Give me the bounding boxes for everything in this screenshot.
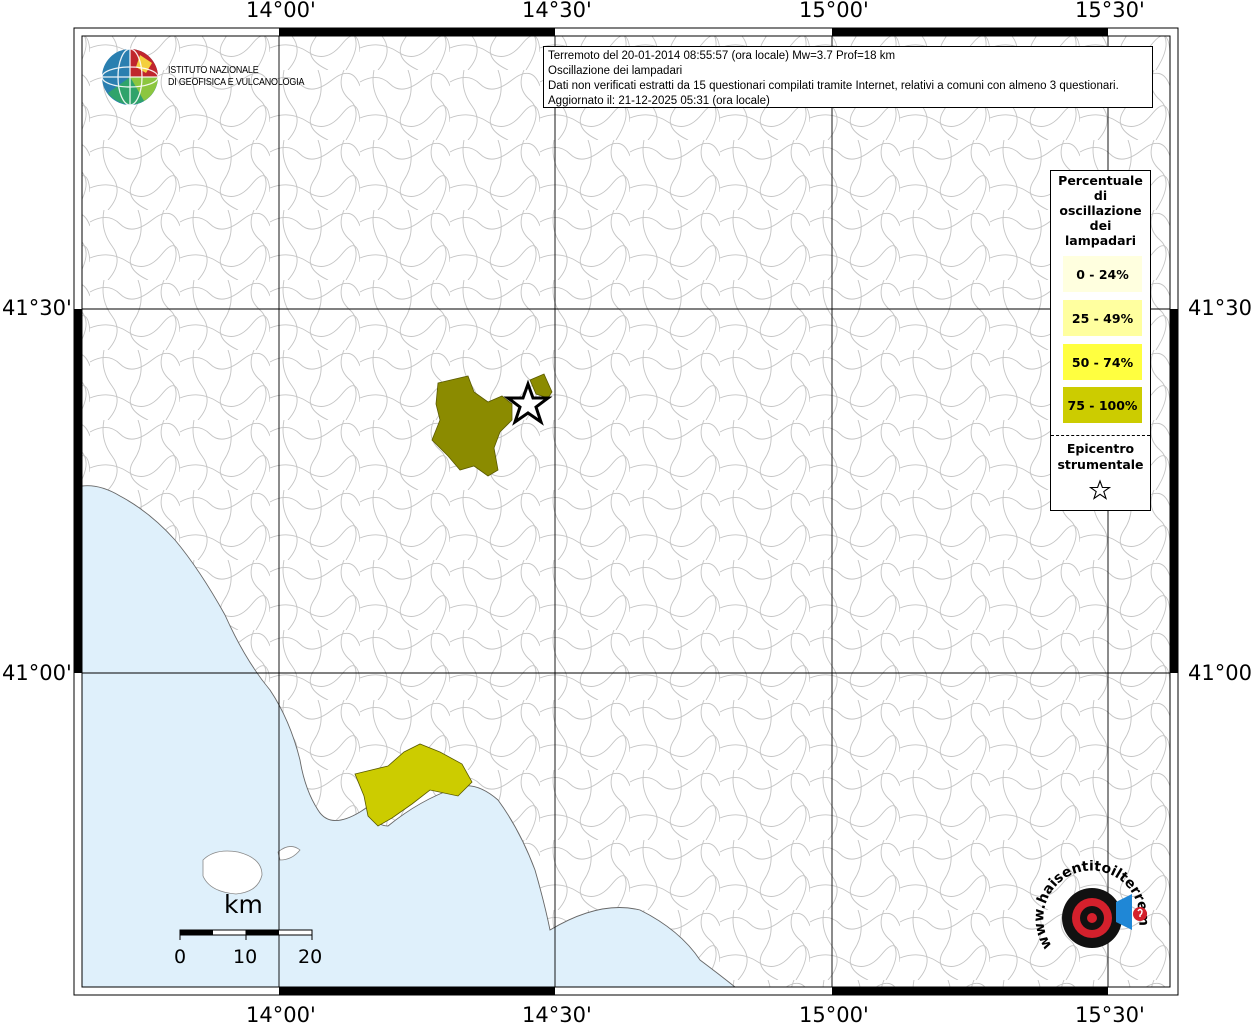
scale-bar: km 0 10 20: [172, 890, 332, 970]
scale-tick-10: 10: [233, 946, 258, 968]
legend-class-3: 75 - 100%: [1063, 387, 1142, 423]
legend-class-1: 25 - 49%: [1063, 300, 1142, 336]
legend-title-1: Percentuale: [1058, 173, 1143, 188]
legend-class-2: 50 - 74%: [1063, 344, 1142, 380]
lon-label-top-1430: 14°30': [522, 0, 592, 22]
lon-label-bottom-1500: 15°00': [799, 1003, 869, 1027]
legend: Percentuale di oscillazione dei lampadar…: [1050, 170, 1151, 511]
scale-bar-graphic: [179, 929, 313, 940]
lon-label-top-1530: 15°30': [1075, 0, 1145, 22]
logo-line-1: ISTITUTO NAZIONALE: [168, 64, 259, 76]
lat-label-left-4130: 41°30': [2, 296, 72, 320]
star-icon: [1089, 479, 1111, 500]
scale-unit: km: [224, 890, 263, 919]
legend-class-0: 0 - 24%: [1063, 256, 1142, 292]
legend-separator: [1051, 435, 1150, 436]
legend-epicentre-1: Epicentro: [1066, 441, 1135, 456]
lon-label-top-1400: 14°00': [246, 0, 316, 22]
event-info-box: Terremoto del 20-01-2014 08:55:57 (ora l…: [543, 46, 1153, 108]
globe-icon: [101, 48, 159, 106]
ingv-logo: ISTITUTO NAZIONALE DI GEOFISICA E VULCAN…: [100, 47, 310, 109]
scale-tick-20: 20: [298, 946, 323, 968]
lat-label-right-4130: 41°30': [1188, 296, 1254, 320]
lat-label-right-4100: 41°00': [1188, 661, 1254, 685]
legend-title-5: lampadari: [1065, 233, 1136, 248]
haisentito-logo: www.haisentitoilterremoto.it: [1030, 860, 1151, 952]
lat-label-left-4100: 41°00': [2, 661, 72, 685]
event-title: Terremoto del 20-01-2014 08:55:57 (ora l…: [548, 50, 896, 62]
lon-label-bottom-1530: 15°30': [1075, 1003, 1145, 1027]
lon-label-top-1500: 15°00': [799, 0, 869, 22]
update-time: Aggiornato il: 21-12-2025 05:31 (ora loc…: [548, 95, 770, 107]
data-note: Dati non verificati estratti da 15 quest…: [548, 80, 1119, 92]
lon-label-bottom-1430: 14°30': [522, 1003, 592, 1027]
legend-title-4: dei: [1089, 218, 1112, 233]
map-subject: Oscillazione dei lampadari: [548, 65, 683, 77]
lon-label-bottom-1400: 14°00': [246, 1003, 316, 1027]
legend-title-3: oscillazione: [1059, 203, 1142, 218]
legend-epicentre-2: strumentale: [1057, 457, 1144, 472]
scale-tick-0: 0: [174, 946, 187, 968]
logo-line-2: DI GEOFISICA E VULCANOLOGIA: [168, 76, 305, 88]
legend-title-2: di: [1093, 188, 1108, 203]
